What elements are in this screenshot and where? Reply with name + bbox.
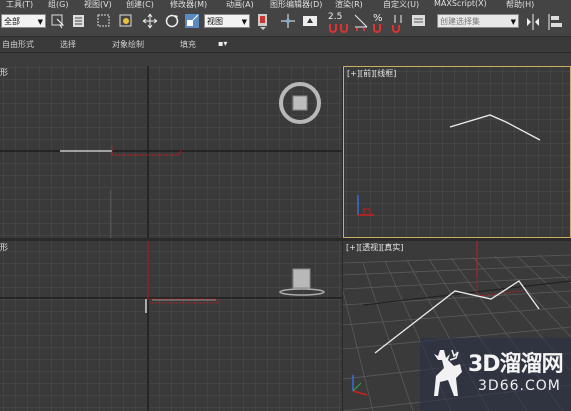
- edit-named-selection-icon[interactable]: [410, 13, 428, 33]
- window-crossing-icon[interactable]: [118, 13, 134, 29]
- mirror-icon[interactable]: [525, 13, 541, 31]
- menu-help[interactable]: 帮助(H): [506, 0, 534, 10]
- align-icon[interactable]: [547, 13, 563, 31]
- ribbon-tab-selection[interactable]: 选择: [60, 39, 76, 50]
- viewport-top-label[interactable]: 形: [0, 67, 8, 78]
- menu-tools[interactable]: 工具(T): [6, 0, 33, 10]
- rectangular-selection-icon[interactable]: [96, 13, 112, 29]
- watermark-title: 3D溜溜网: [468, 352, 564, 377]
- pivot-center-icon[interactable]: [256, 13, 270, 31]
- menu-create[interactable]: 创建(C): [126, 0, 154, 10]
- ribbon-tab-freeform[interactable]: 自由形式: [2, 39, 34, 50]
- viewport-left-label[interactable]: 形: [0, 242, 8, 253]
- viewport-perspective-label[interactable]: [+][透视][真实]: [346, 242, 403, 253]
- reference-coord-dropdown[interactable]: 视图 ▼: [204, 14, 250, 28]
- chevron-down-icon: ▼: [241, 18, 247, 26]
- select-by-name-icon[interactable]: [72, 13, 88, 29]
- viewcube-icon: [292, 268, 311, 289]
- menu-animation[interactable]: 动画(A): [226, 0, 254, 10]
- ribbon-tab-object-paint[interactable]: 对象绘制: [112, 39, 144, 50]
- viewcube-icon: [292, 95, 308, 111]
- watermark: 3D溜溜网 3D66.COM: [420, 338, 571, 411]
- chevron-down-icon: ▼: [510, 18, 516, 26]
- select-and-manipulate-icon[interactable]: [280, 13, 296, 29]
- viewport-front-canvas: [344, 67, 570, 237]
- menu-graph-editors[interactable]: 图形编辑器(D): [270, 0, 322, 10]
- spinner-snap-icon[interactable]: [390, 13, 406, 33]
- main-toolbar: 全部 ▼ 视图 ▼ 2.5 % 创建选择集 ▼: [0, 10, 571, 37]
- snaps-toggle-icon[interactable]: [328, 23, 350, 33]
- viewport-top[interactable]: 形: [0, 66, 342, 238]
- named-selection-placeholder: 创建选择集: [440, 17, 480, 26]
- viewport-front[interactable]: [+][前][线框]: [343, 66, 571, 238]
- move-icon[interactable]: [142, 13, 158, 29]
- named-selection-dropdown[interactable]: 创建选择集 ▼: [437, 14, 519, 28]
- menu-rendering[interactable]: 渲染(R): [335, 0, 363, 10]
- select-object-icon[interactable]: [50, 13, 66, 29]
- menu-bar: 工具(T) 组(G) 视图(V) 创建(C) 修改器(M) 动画(A) 图形编辑…: [0, 0, 571, 10]
- viewport-divider-vertical[interactable]: [342, 66, 343, 411]
- viewport-front-label[interactable]: [+][前][线框]: [347, 68, 396, 79]
- selection-filter-value: 全部: [4, 17, 20, 26]
- rotate-icon[interactable]: [164, 13, 180, 29]
- menu-maxscript[interactable]: MAXScript(X): [434, 0, 487, 8]
- ribbon-options-icon[interactable]: ▪▾: [218, 39, 227, 48]
- viewport-top-canvas: [0, 66, 342, 238]
- percent-snap-icon[interactable]: [372, 23, 384, 33]
- deer-logo-icon: [434, 349, 462, 396]
- chevron-down-icon: ▼: [37, 18, 43, 26]
- snap-angle-label: 2.5: [328, 12, 343, 22]
- menu-group[interactable]: 组(G): [48, 0, 68, 10]
- menu-views[interactable]: 视图(V): [84, 0, 112, 10]
- selection-filter-dropdown[interactable]: 全部 ▼: [1, 14, 46, 28]
- scale-icon[interactable]: [184, 13, 200, 29]
- ribbon-bar: 自由形式 选择 对象绘制 填充 ▪▾: [0, 37, 571, 53]
- viewport-divider-horizontal[interactable]: [0, 238, 571, 241]
- ribbon-tab-populate[interactable]: 填充: [180, 39, 196, 50]
- angle-snap-icon[interactable]: [352, 13, 370, 33]
- menu-customize[interactable]: 自定义(U): [383, 0, 419, 10]
- viewport-left-canvas: [0, 241, 342, 411]
- menu-modifiers[interactable]: 修改器(M): [170, 0, 207, 10]
- keyboard-shortcut-override-icon[interactable]: [302, 13, 318, 29]
- viewport-left[interactable]: 形: [0, 241, 342, 411]
- watermark-subtitle: 3D66.COM: [478, 378, 561, 394]
- reference-coord-value: 视图: [207, 17, 223, 26]
